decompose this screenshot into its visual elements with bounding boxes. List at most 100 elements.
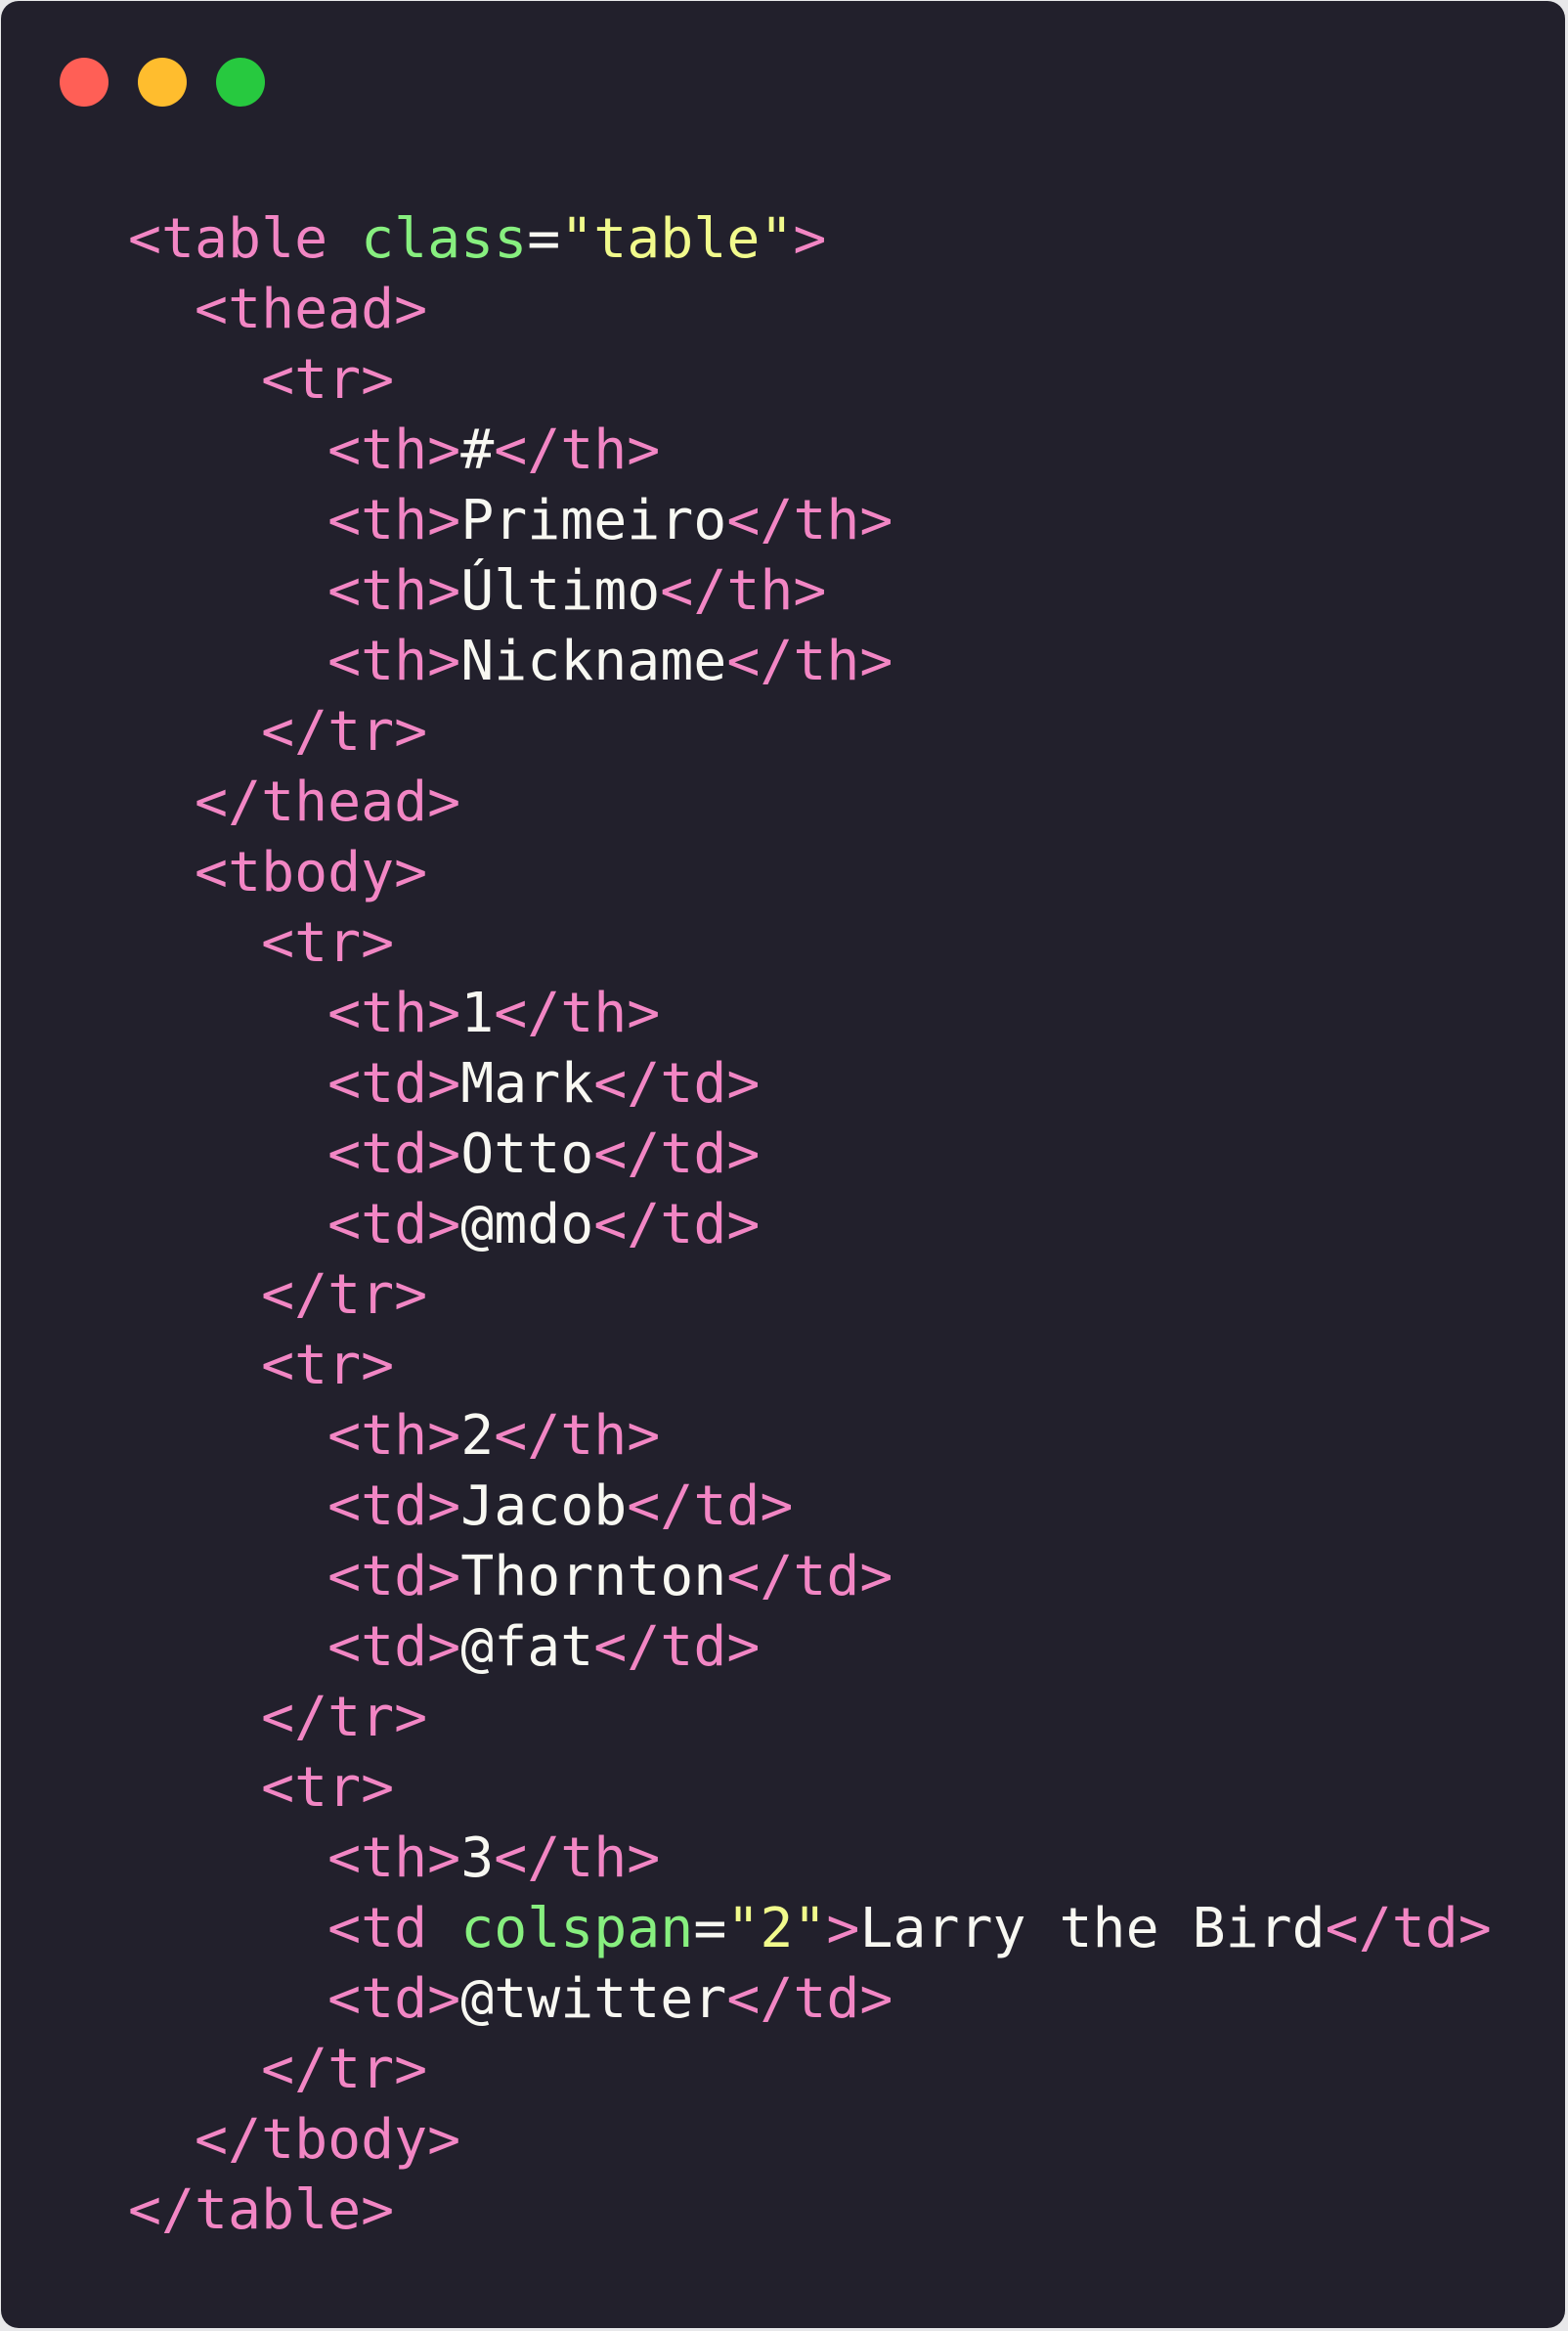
code-tag-token: <tr> <box>261 348 395 412</box>
code-tag-token: > <box>793 207 827 271</box>
code-tag-token: </td> <box>593 1615 761 1679</box>
code-text-token: # <box>460 418 495 482</box>
code-line: <td>@mdo</td> <box>128 1190 1492 1260</box>
code-line: <th>Nickname</th> <box>128 627 1492 697</box>
code-tag-token: </td> <box>593 1193 761 1256</box>
code-tag-token: </td> <box>726 1967 893 2031</box>
code-window: <table class="table"> <thead> <tr> <th>#… <box>1 1 1565 2328</box>
code-tag-token: </table> <box>128 2178 395 2242</box>
code-line: <thead> <box>128 275 1492 345</box>
code-line: <th>2</th> <box>128 1401 1492 1472</box>
code-line: <tr> <box>128 1753 1492 1824</box>
code-tag-token: <thead> <box>195 278 428 341</box>
code-line: </tr> <box>128 697 1492 768</box>
code-text-token: Thornton <box>460 1545 727 1608</box>
code-text-token: @fat <box>460 1615 594 1679</box>
code-string-token: "2" <box>726 1897 827 1960</box>
code-text-token: = <box>693 1897 727 1960</box>
code-text-token: Jacob <box>460 1474 628 1538</box>
code-line: <table class="table"> <box>128 204 1492 275</box>
code-block: <table class="table"> <thead> <tr> <th>#… <box>128 204 1492 2246</box>
code-string-token: "table" <box>560 207 794 271</box>
code-tag-token: </td> <box>627 1474 794 1538</box>
code-line: <tbody> <box>128 838 1492 908</box>
code-line: <td>Thornton</td> <box>128 1542 1492 1612</box>
code-tag-token: </th> <box>494 418 661 482</box>
code-tag-token: </th> <box>494 1826 661 1890</box>
code-attribute-token: colspan <box>460 1897 694 1960</box>
code-line: <tr> <box>128 908 1492 979</box>
code-line: </table> <box>128 2176 1492 2246</box>
close-icon[interactable] <box>60 58 109 107</box>
code-text-token: Nickname <box>460 630 727 693</box>
code-tag-token: <td> <box>327 1193 461 1256</box>
code-tag-token: </tr> <box>261 700 428 764</box>
code-line: </tr> <box>128 1683 1492 1753</box>
code-text-token: 2 <box>460 1404 495 1468</box>
code-tag-token: <tr> <box>261 1334 395 1397</box>
code-tag-token: <th> <box>327 1826 461 1890</box>
code-line: <th>Primeiro</th> <box>128 486 1492 556</box>
code-tag-token: <td> <box>327 1474 461 1538</box>
code-tag-token: </td> <box>593 1122 761 1186</box>
code-tag-token: <td> <box>327 1615 461 1679</box>
code-line: <th>#</th> <box>128 416 1492 486</box>
maximize-icon[interactable] <box>216 58 265 107</box>
code-tag-token: <td <box>327 1897 461 1960</box>
code-tag-token: </td> <box>726 1545 893 1608</box>
code-line: </tbody> <box>128 2105 1492 2176</box>
code-line: <td>Jacob</td> <box>128 1472 1492 1542</box>
code-tag-token: <td> <box>327 1967 461 2031</box>
code-tag-token: <th> <box>327 630 461 693</box>
code-attribute-token: class <box>361 207 528 271</box>
code-tag-token: </tr> <box>261 2038 428 2101</box>
code-tag-token: <td> <box>327 1545 461 1608</box>
code-tag-token: <td> <box>327 1122 461 1186</box>
code-tag-token: </th> <box>726 489 893 552</box>
code-tag-token: </th> <box>494 982 661 1045</box>
code-text-token: @mdo <box>460 1193 594 1256</box>
code-tag-token: </td> <box>1325 1897 1492 1960</box>
code-text-token: = <box>527 207 561 271</box>
code-line: <td>@fat</td> <box>128 1612 1492 1683</box>
code-text-token: Primeiro <box>460 489 727 552</box>
code-line: <td colspan="2">Larry the Bird</td> <box>128 1894 1492 1964</box>
code-line: <td>Otto</td> <box>128 1120 1492 1190</box>
code-tag-token: </tbody> <box>195 2108 461 2172</box>
code-text-token: Último <box>460 559 661 623</box>
code-tag-token: <tr> <box>261 911 395 975</box>
code-tag-token: </th> <box>726 630 893 693</box>
code-tag-token: <td> <box>327 1052 461 1116</box>
code-tag-token: > <box>826 1897 860 1960</box>
code-text-token: @twitter <box>460 1967 727 2031</box>
code-line: <th>Último</th> <box>128 556 1492 627</box>
minimize-icon[interactable] <box>138 58 187 107</box>
code-line: </thead> <box>128 768 1492 838</box>
code-text-token: 3 <box>460 1826 495 1890</box>
code-tag-token: <th> <box>327 559 461 623</box>
code-line: <td>Mark</td> <box>128 1049 1492 1120</box>
code-tag-token: <th> <box>327 982 461 1045</box>
code-tag-token: </tr> <box>261 1686 428 1749</box>
code-line: </tr> <box>128 1260 1492 1331</box>
code-tag-token: </th> <box>660 559 827 623</box>
